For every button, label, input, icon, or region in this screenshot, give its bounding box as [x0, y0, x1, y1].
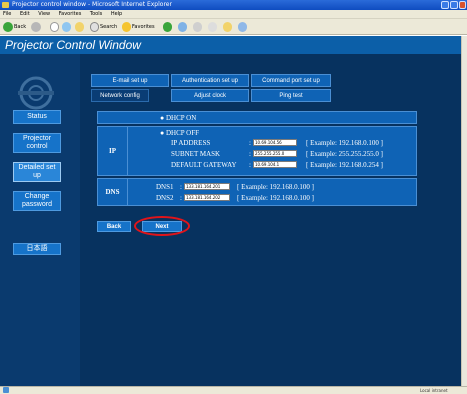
ip-address-label: IP ADDRESS: [171, 139, 211, 147]
tab-label: Adjust clock: [193, 93, 226, 99]
sidebar: Status Projector control Detailed set up…: [0, 54, 80, 386]
sidebar-item-japanese[interactable]: 日本語: [13, 243, 61, 255]
browser-title: Projector control window - Microsoft Int…: [12, 1, 172, 8]
dns1-example: [ Example: 192.168.0.100 ]: [237, 183, 314, 191]
sidebar-item-projector-control[interactable]: Projector control: [13, 133, 61, 153]
default-gateway-colon: :: [249, 161, 251, 169]
menu-tools[interactable]: Tools: [90, 11, 102, 17]
dns-config-block: DNS DNS1 : [ Example: 192.168.0.100 ] DN…: [97, 178, 417, 206]
back-button[interactable]: Back: [97, 221, 131, 232]
tab-ping-test[interactable]: Ping test: [251, 89, 331, 102]
tab-label: Command port set up: [262, 78, 320, 84]
sidebar-item-label: Change password: [22, 193, 52, 208]
default-gateway-example: [ Example: 192.168.0.254 ]: [306, 161, 383, 169]
main-content: E-mail set up Authentication set up Comm…: [80, 54, 467, 386]
menu-help[interactable]: Help: [111, 11, 122, 17]
media-icon[interactable]: [163, 22, 172, 32]
subnet-mask-label: SUBNET MASK: [171, 150, 221, 158]
history-icon[interactable]: [178, 22, 187, 32]
tab-network-config[interactable]: Network config: [91, 89, 149, 102]
menu-edit[interactable]: Edit: [20, 11, 30, 17]
default-gateway-field[interactable]: [253, 161, 297, 168]
zone-text: Local intranet: [420, 388, 448, 393]
tab-label: Ping test: [279, 93, 303, 99]
ip-config-block: IP ● DHCP OFF IP ADDRESS : [ Example: 19…: [97, 126, 417, 176]
subnet-mask-colon: :: [249, 150, 251, 158]
back-label[interactable]: Back: [14, 23, 26, 31]
sidebar-item-label: Projector control: [22, 135, 51, 150]
dns-section-label: DNS: [98, 179, 128, 205]
menu-file[interactable]: File: [3, 11, 11, 17]
close-button[interactable]: [459, 1, 466, 9]
dhcp-on-radio[interactable]: ●: [160, 114, 164, 122]
dhcp-on-row: ● DHCP ON: [97, 111, 417, 124]
highlight-ring: [134, 216, 190, 236]
messenger-icon[interactable]: [238, 22, 247, 32]
favorites-label[interactable]: Favorites: [132, 23, 155, 31]
subnet-mask-example: [ Example: 255.255.255.0 ]: [306, 150, 383, 158]
sidebar-item-label: Status: [27, 113, 47, 120]
forward-arrow-icon[interactable]: [31, 22, 41, 32]
back-arrow-icon[interactable]: [3, 22, 13, 32]
menu-favorites[interactable]: Favorites: [59, 11, 82, 17]
ip-section-label: IP: [98, 127, 128, 175]
dns2-field[interactable]: [184, 194, 230, 201]
minimize-button[interactable]: [441, 1, 449, 9]
sidebar-item-label: 日本語: [26, 245, 48, 252]
dns1-label: DNS1: [156, 183, 174, 191]
search-label[interactable]: Search: [100, 23, 117, 31]
menu-view[interactable]: View: [38, 11, 50, 17]
dhcp-off-radio[interactable]: ●: [160, 129, 164, 137]
app-header: Projector Control Window: [0, 36, 467, 54]
tab-label: Authentication set up: [181, 78, 239, 84]
dns1-colon: :: [180, 183, 182, 191]
page-icon: [3, 387, 9, 393]
dns2-example: [ Example: 192.168.0.100 ]: [237, 194, 314, 202]
dns1-field[interactable]: [184, 183, 230, 190]
default-gateway-label: DEFAULT GATEWAY: [171, 161, 237, 169]
dhcp-on-label: DHCP ON: [166, 114, 197, 122]
search-icon[interactable]: [90, 22, 99, 32]
stop-icon[interactable]: [50, 22, 59, 32]
back-button-label: Back: [106, 224, 122, 230]
page-scrollbar[interactable]: [461, 36, 467, 386]
folder-icon[interactable]: [223, 22, 232, 32]
tab-adjust-clock[interactable]: Adjust clock: [171, 89, 249, 102]
browser-titlebar: Projector control window - Microsoft Int…: [0, 0, 467, 10]
dns2-label: DNS2: [156, 194, 174, 202]
browser-menubar: File Edit View Favorites Tools Help: [0, 10, 467, 19]
maximize-button[interactable]: [450, 1, 458, 9]
ip-address-example: [ Example: 192.168.0.100 ]: [306, 139, 383, 147]
dhcp-off-label: DHCP OFF: [166, 129, 200, 137]
app-area: Status Projector control Detailed set up…: [0, 54, 467, 386]
tab-command-port-set-up[interactable]: Command port set up: [251, 74, 331, 87]
tab-label: E-mail set up: [112, 78, 148, 84]
mail-icon[interactable]: [193, 22, 202, 32]
ip-address-colon: :: [249, 139, 251, 147]
sidebar-item-change-password[interactable]: Change password: [13, 191, 61, 211]
sidebar-item-label: Detailed set up: [18, 164, 56, 179]
sidebar-item-detailed-set-up[interactable]: Detailed set up: [13, 162, 61, 182]
print-icon[interactable]: [208, 22, 217, 32]
tab-label: Network config: [100, 93, 140, 99]
projector-logo-icon: [18, 76, 54, 110]
favorites-star-icon[interactable]: [122, 22, 131, 32]
home-icon[interactable]: [75, 22, 84, 32]
browser-statusbar: Local intranet: [0, 386, 467, 394]
tab-authentication-set-up[interactable]: Authentication set up: [171, 74, 249, 87]
ie-icon: [2, 2, 9, 8]
subnet-mask-field[interactable]: [253, 150, 297, 157]
dns2-colon: :: [180, 194, 182, 202]
tab-email-set-up[interactable]: E-mail set up: [91, 74, 169, 87]
app-title: Projector Control Window: [5, 38, 141, 52]
sidebar-item-status[interactable]: Status: [13, 110, 61, 124]
ip-address-field[interactable]: [253, 139, 297, 146]
refresh-icon[interactable]: [62, 22, 71, 32]
browser-toolbar: Back Search Favorites: [0, 19, 467, 35]
